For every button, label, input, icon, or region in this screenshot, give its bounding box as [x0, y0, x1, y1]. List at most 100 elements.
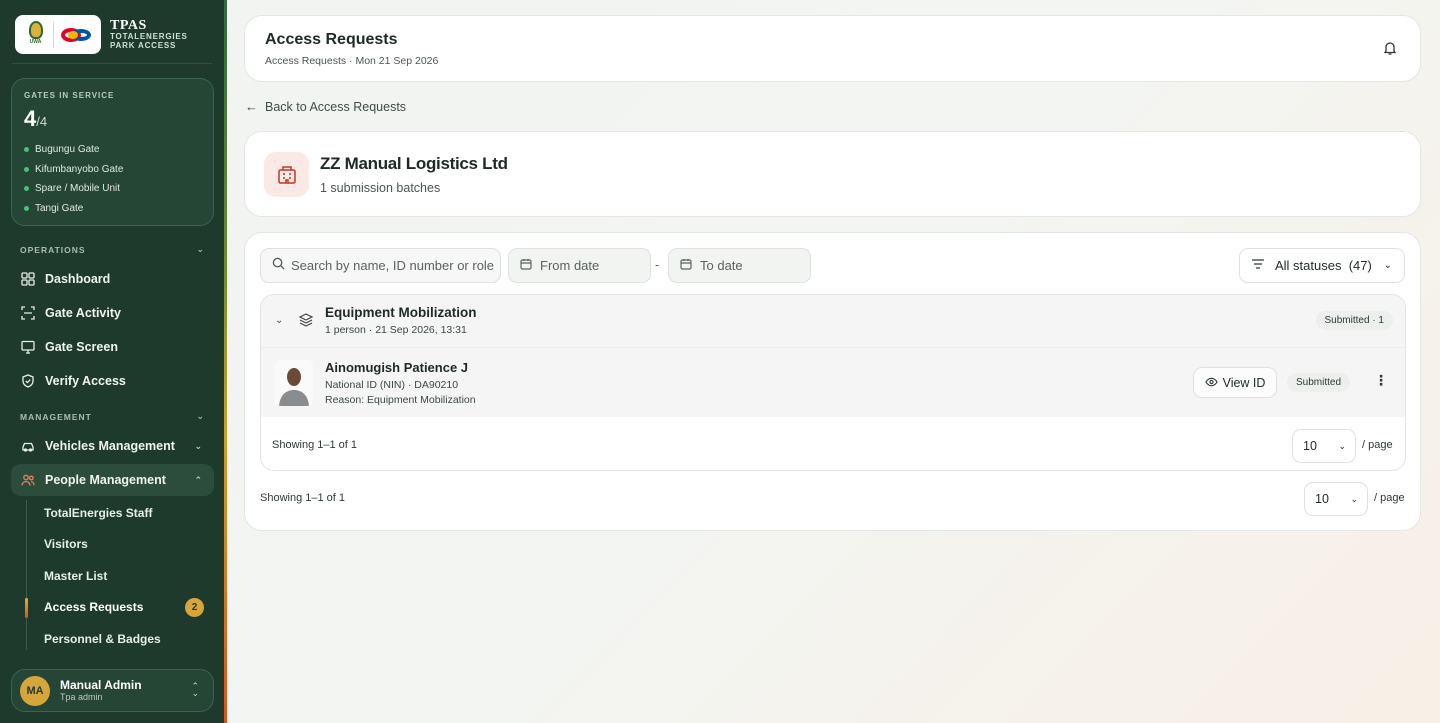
submenu-rail — [26, 500, 27, 650]
page-size-value: 10 — [1303, 439, 1317, 453]
status-dot-icon — [24, 205, 29, 211]
brand[interactable]: UWA TPAS TOTALENERGIES PARK ACCESS — [15, 15, 188, 54]
management-label: MANAGEMENT — [20, 411, 92, 422]
gate-name: Kifumbanyobo Gate — [35, 163, 124, 175]
chevron-down-icon: ⌄ — [194, 440, 202, 451]
sidebar-item-gate-screen[interactable]: Gate Screen — [11, 331, 214, 363]
brand-title: TPAS — [110, 17, 147, 33]
sidebar-item-master-list[interactable]: Master List — [44, 569, 107, 583]
sidebar-accent-stripe — [224, 0, 227, 723]
breadcrumb: Access Requests · Mon 21 Sep 2026 — [265, 55, 439, 67]
scan-icon — [21, 306, 35, 320]
sidebar-item-visitors[interactable]: Visitors — [44, 537, 88, 551]
back-link-label: Back to Access Requests — [265, 99, 407, 114]
list-item: Ainomugish Patience J National ID (NIN) … — [261, 347, 1405, 417]
requests-list-card: From date - To date All statuses (47) ⌄ … — [244, 232, 1421, 531]
arrow-left-icon: ← — [245, 99, 258, 114]
sidebar-item-verify-access[interactable]: Verify Access — [11, 365, 214, 397]
layers-icon — [298, 312, 314, 333]
user-name: Manual Admin — [60, 677, 142, 692]
sidebar-item-gate-activity[interactable]: Gate Activity — [11, 297, 214, 329]
gates-count-total: /4 — [36, 114, 48, 129]
chevron-down-icon: ⌄ — [1338, 440, 1346, 451]
status-filter-count: (47) — [1348, 258, 1372, 273]
status-badge: Submitted — [1287, 373, 1351, 392]
to-date-field[interactable]: To date — [668, 248, 811, 283]
uwa-logo-text: UWA — [29, 38, 42, 45]
sidebar-item-personnel-badges[interactable]: Personnel & Badges — [44, 632, 161, 646]
back-link[interactable]: ← Back to Access Requests — [245, 99, 406, 114]
person-id: National ID (NIN) · DA90210 — [325, 379, 459, 391]
search-box[interactable] — [260, 248, 501, 283]
search-icon — [272, 257, 285, 275]
sidebar-item-vehicles-management[interactable]: Vehicles Management ⌄ — [11, 430, 214, 462]
per-page-label: / page — [1362, 439, 1393, 451]
gate-item: Bugungu Gate — [24, 140, 201, 160]
sidebar-item-people-management[interactable]: People Management ⌃ — [11, 464, 214, 496]
chevron-down-icon[interactable]: ⌄ — [275, 315, 283, 326]
page-title: Access Requests — [265, 31, 398, 48]
gates-count-value: 4 — [24, 106, 37, 131]
batch-meta: 1 person · 21 Sep 2026, 13:31 — [325, 324, 467, 336]
from-date-label: From date — [540, 258, 600, 273]
batch-title: Equipment Mobilization — [325, 305, 477, 320]
status-filter-select[interactable]: All statuses (47) ⌄ — [1239, 248, 1405, 283]
gates-label: GATES IN SERVICE — [24, 91, 115, 100]
chevron-down-icon: ⌄ — [196, 411, 205, 421]
company-name: ZZ Manual Logistics Ltd — [320, 154, 508, 173]
status-badge: Submitted · 1 — [1315, 311, 1393, 330]
batch-page-size-select[interactable]: 10 ⌄ — [1292, 429, 1356, 463]
pagination-summary: Showing 1–1 of 1 — [260, 492, 346, 504]
brand-logos: UWA — [15, 15, 101, 54]
date-range-separator: - — [655, 257, 660, 272]
sidebar-item-label: Gate Screen — [45, 340, 118, 354]
operations-label: OPERATIONS — [20, 244, 86, 255]
sidebar-item-label: People Management — [45, 473, 166, 487]
building-icon — [264, 152, 309, 197]
sidebar-item-dashboard[interactable]: Dashboard — [11, 263, 214, 295]
calendar-icon — [520, 258, 532, 273]
management-section-toggle[interactable]: MANAGEMENT ⌄ — [20, 411, 205, 422]
status-dot-icon — [24, 166, 29, 172]
gate-item: Spare / Mobile Unit — [24, 179, 201, 199]
dashboard-icon — [21, 272, 35, 286]
per-page-label: / page — [1374, 492, 1405, 504]
batch-header[interactable]: ⌄ Equipment Mobilization 1 person · 21 S… — [261, 295, 1405, 347]
user-menu[interactable]: MA Manual Admin Tpa admin ⌃ ⌄ — [11, 669, 214, 712]
brand-subtitle-2: PARK ACCESS — [110, 40, 177, 50]
batch-pagination-summary: Showing 1–1 of 1 — [272, 439, 358, 451]
gate-item: Tangi Gate — [24, 199, 201, 219]
chevron-updown-icon: ⌃ ⌄ — [191, 681, 199, 699]
status-filter-label: All statuses — [1275, 258, 1342, 273]
view-id-button[interactable]: View ID — [1193, 367, 1277, 398]
sidebar: UWA TPAS TOTALENERGIES PARK ACCESS GATES… — [0, 0, 224, 723]
chevron-up-icon: ⌃ — [194, 474, 202, 485]
bell-icon[interactable] — [1382, 40, 1398, 56]
to-date-label: To date — [700, 258, 743, 273]
totalenergies-logo — [59, 25, 93, 45]
page-size-select[interactable]: 10 ⌄ — [1304, 482, 1368, 516]
more-vertical-icon[interactable]: ⋮ — [1374, 372, 1388, 389]
view-id-label: View ID — [1222, 375, 1266, 390]
page-size-value: 10 — [1315, 492, 1329, 506]
sidebar-item-totalenergies-staff[interactable]: TotalEnergies Staff — [44, 506, 152, 520]
person-name: Ainomugish Patience J — [325, 360, 469, 375]
chevron-down-icon: ⌄ — [1350, 493, 1358, 504]
from-date-field[interactable]: From date — [508, 248, 651, 283]
monitor-icon — [21, 340, 35, 354]
operations-section-toggle[interactable]: OPERATIONS ⌄ — [20, 244, 205, 255]
person-photo — [275, 360, 313, 406]
user-role: Tpa admin — [60, 692, 103, 703]
sidebar-item-label: Vehicles Management — [45, 439, 175, 453]
sidebar-item-label: Verify Access — [45, 374, 126, 388]
sidebar-item-access-requests[interactable]: Access Requests — [44, 600, 143, 614]
avatar: MA — [20, 675, 50, 706]
submission-batch: ⌄ Equipment Mobilization 1 person · 21 S… — [260, 294, 1406, 471]
gate-name: Bugungu Gate — [35, 144, 100, 156]
calendar-icon — [680, 258, 692, 273]
gate-name: Tangi Gate — [35, 202, 84, 214]
search-input[interactable] — [291, 258, 500, 273]
company-subtitle: 1 submission batches — [320, 181, 441, 195]
gates-in-service-card: GATES IN SERVICE 4/4 Bugungu Gate Kifumb… — [11, 78, 214, 226]
sidebar-item-label: Gate Activity — [45, 306, 121, 320]
